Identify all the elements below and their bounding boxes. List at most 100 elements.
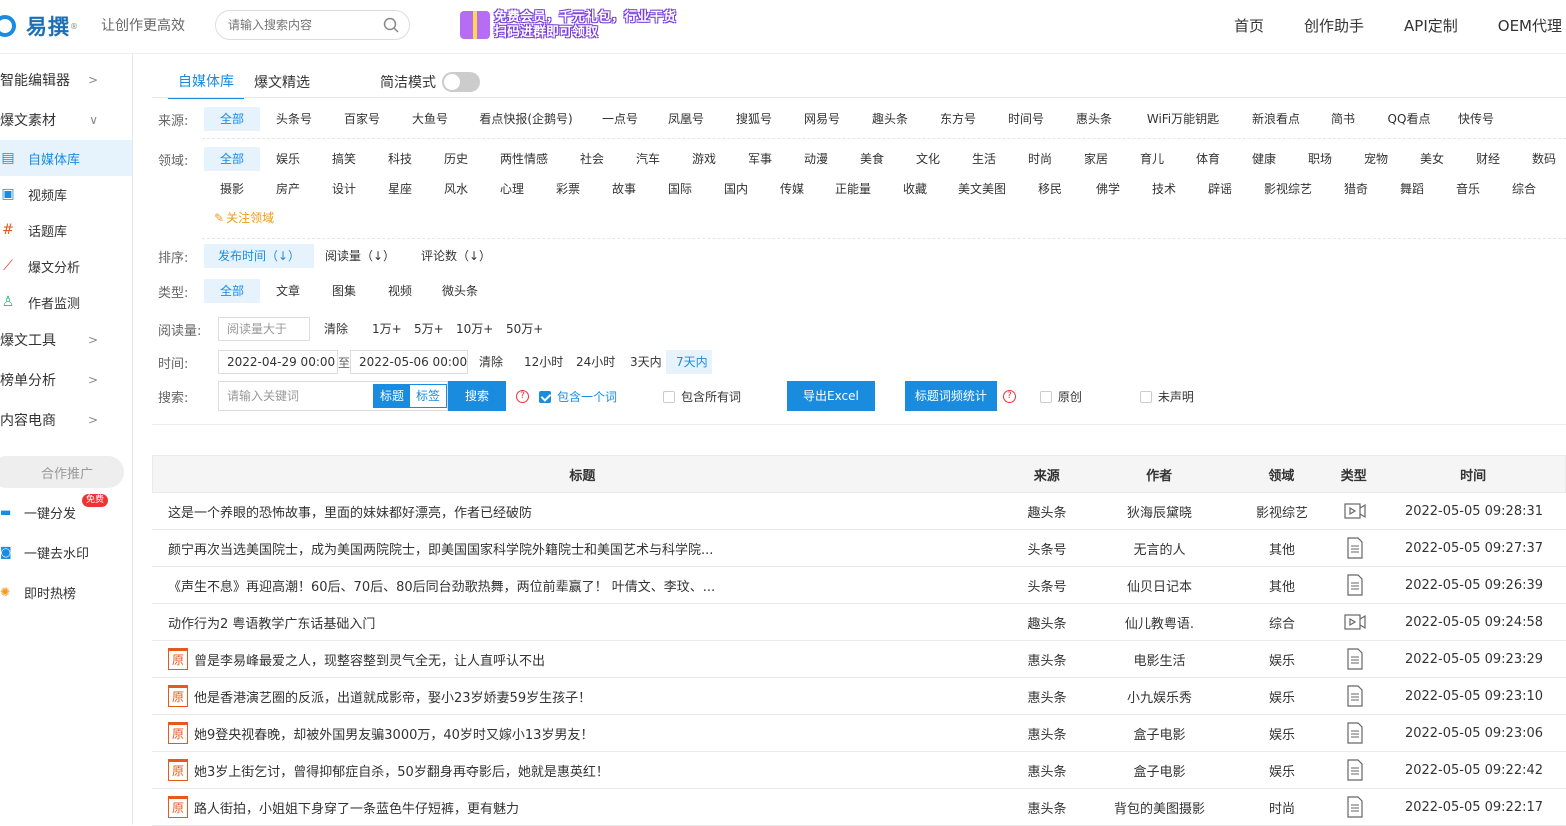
- reads-option[interactable]: 10万+: [446, 317, 496, 341]
- source-option[interactable]: 百家号: [328, 107, 396, 131]
- row-title-cell[interactable]: 《声生不息》再迎高潮！60后、70后、80后同台劲歌热舞，两位前辈赢了！ 叶倩文…: [152, 576, 1012, 595]
- row-title-cell[interactable]: 动作行为2 粤语教学广东话基础入门: [152, 613, 1012, 632]
- time-option[interactable]: 7天内: [666, 350, 712, 374]
- reads-option[interactable]: 清除: [310, 317, 362, 341]
- domain-option[interactable]: 综合: [1496, 177, 1552, 201]
- row-author[interactable]: 仙贝日记本: [1082, 576, 1237, 595]
- domain-option[interactable]: 家居: [1068, 147, 1124, 171]
- table-row[interactable]: 《声生不息》再迎高潮！60后、70后、80后同台劲歌热舞，两位前辈赢了！ 叶倩文…: [152, 567, 1566, 604]
- table-row[interactable]: 原路人街拍，小姐姐下身穿了一条蓝色牛仔短裤，更有魅力 惠头条 背包的美图摄影 时尚 20…: [152, 789, 1566, 826]
- domain-option[interactable]: 两性情感: [484, 147, 564, 171]
- source-option[interactable]: 搜狐号: [720, 107, 788, 131]
- row-title[interactable]: 他是香港演艺圈的反派，出道就成影帝，娶小23岁娇妻59岁生孩子！: [194, 687, 591, 706]
- domain-option[interactable]: 科技: [372, 147, 428, 171]
- time-end-input[interactable]: 2022-05-06 00:00: [350, 350, 468, 374]
- time-option[interactable]: 24小时: [566, 350, 620, 374]
- type-option[interactable]: 微头条: [428, 279, 492, 303]
- domain-option[interactable]: 军事: [732, 147, 788, 171]
- source-option[interactable]: 大鱼号: [396, 107, 464, 131]
- domain-option[interactable]: 游戏: [676, 147, 732, 171]
- domain-option[interactable]: 国内: [708, 177, 764, 201]
- domain-option[interactable]: 全部: [204, 147, 260, 171]
- tab-media-library[interactable]: 自媒体库: [168, 65, 244, 99]
- source-option[interactable]: 网易号: [788, 107, 856, 131]
- source-option[interactable]: 一点号: [588, 107, 652, 131]
- include-all-option[interactable]: 包含所有词: [663, 388, 741, 405]
- type-option[interactable]: 视频: [372, 279, 428, 303]
- export-excel-button[interactable]: 导出Excel: [787, 381, 875, 411]
- sidebar-group-materials[interactable]: 爆文素材 ∨: [0, 100, 132, 140]
- domain-option[interactable]: 文化: [900, 147, 956, 171]
- domain-option[interactable]: 数码: [1516, 147, 1566, 171]
- search-button[interactable]: 搜索: [448, 381, 506, 411]
- row-title-cell[interactable]: 原她9登央视春晚，却被外国男友骗3000万，40岁时又嫁小13岁男友！: [152, 722, 1012, 744]
- table-row[interactable]: 原她3岁上街乞讨，曾得抑郁症自杀，50岁翻身再夺影后，她就是惠英红！ 惠头条 盒子电…: [152, 752, 1566, 789]
- domain-option[interactable]: 健康: [1236, 147, 1292, 171]
- domain-option[interactable]: 星座: [372, 177, 428, 201]
- row-author[interactable]: 仙儿教粤语.: [1082, 613, 1237, 632]
- domain-option[interactable]: 移民: [1020, 177, 1080, 201]
- source-option[interactable]: 趣头条: [856, 107, 924, 131]
- source-option[interactable]: 全部: [204, 107, 260, 131]
- promo-banner[interactable]: 免费会员，千元礼包，行业干货 扫码进群即可领取: [460, 8, 676, 42]
- sidebar-item-media-library[interactable]: ▤ 自媒体库: [0, 140, 132, 176]
- row-author[interactable]: 背包的美图摄影: [1082, 798, 1237, 817]
- row-title-cell[interactable]: 颜宁再次当选美国院士，成为美国两院院士，即美国国家科学院外籍院士和美国艺术与科学…: [152, 539, 1012, 558]
- undeclared-option[interactable]: 未声明: [1139, 388, 1194, 405]
- domain-option[interactable]: 技术: [1136, 177, 1192, 201]
- sidebar-item-video-library[interactable]: ▣ 视频库: [0, 176, 132, 212]
- domain-option[interactable]: 时尚: [1012, 147, 1068, 171]
- row-title[interactable]: 她3岁上街乞讨，曾得抑郁症自杀，50岁翻身再夺影后，她就是惠英红！: [194, 761, 609, 780]
- domain-option[interactable]: 故事: [596, 177, 652, 201]
- row-author[interactable]: 盒子电影: [1082, 724, 1237, 743]
- domain-option[interactable]: 风水: [428, 177, 484, 201]
- domain-option[interactable]: 影视综艺: [1248, 177, 1328, 201]
- row-title-cell[interactable]: 原他是香港演艺圈的反派，出道就成影帝，娶小23岁娇妻59岁生孩子！: [152, 685, 1012, 707]
- tab-selected[interactable]: 爆文精选: [244, 66, 320, 98]
- time-option[interactable]: 3天内: [620, 350, 666, 374]
- row-title[interactable]: 《声生不息》再迎高潮！60后、70后、80后同台劲歌热舞，两位前辈赢了！ 叶倩文…: [168, 576, 715, 595]
- sidebar-item-topic-library[interactable]: # 话题库: [0, 212, 132, 248]
- domain-option[interactable]: 生活: [956, 147, 1012, 171]
- domain-option[interactable]: 摄影: [204, 177, 260, 201]
- title-word-stats-button[interactable]: 标题词频统计: [904, 381, 997, 411]
- domain-option[interactable]: 房产: [260, 177, 316, 201]
- reads-input[interactable]: 阅读量大于: [218, 317, 310, 341]
- row-title-cell[interactable]: 原她3岁上街乞讨，曾得抑郁症自杀，50岁翻身再夺影后，她就是惠英红！: [152, 759, 1012, 781]
- sidebar-group-ranking[interactable]: 榜单分析 >: [0, 360, 132, 400]
- source-option[interactable]: 凤凰号: [652, 107, 720, 131]
- domain-option[interactable]: 佛学: [1080, 177, 1136, 201]
- sidebar-item-author-monitor[interactable]: ♙ 作者监测: [0, 284, 132, 320]
- row-title[interactable]: 路人街拍，小姐姐下身穿了一条蓝色牛仔短裤，更有魅力: [194, 798, 519, 817]
- sidebar-group-tools[interactable]: 爆文工具 >: [0, 320, 132, 360]
- table-row[interactable]: 动作行为2 粤语教学广东话基础入门 趣头条 仙儿教粤语. 综合 2022-05-05 0…: [152, 604, 1566, 641]
- reads-option[interactable]: 50万+: [496, 317, 546, 341]
- source-option[interactable]: 头条号: [260, 107, 328, 131]
- row-author[interactable]: 无言的人: [1082, 539, 1237, 558]
- sidebar-ext-hot-list[interactable]: ✺ 即时热榜: [0, 572, 132, 612]
- scope-tag-tags[interactable]: 标签: [409, 385, 446, 407]
- row-title[interactable]: 动作行为2 粤语教学广东话基础入门: [168, 613, 375, 632]
- sidebar-group-editor[interactable]: 智能编辑器 >: [0, 60, 132, 100]
- source-option[interactable]: 时间号: [992, 107, 1060, 131]
- row-author[interactable]: 狄海辰黛晓: [1082, 502, 1237, 521]
- domain-option[interactable]: 职场: [1292, 147, 1348, 171]
- nav-oem[interactable]: OEM代理: [1498, 15, 1562, 36]
- table-row[interactable]: 这是一个养眼的恐怖故事，里面的妹妹都好漂亮，作者已经破防 趣头条 狄海辰黛晓 影视综艺…: [152, 493, 1566, 530]
- reads-option[interactable]: 1万+: [362, 317, 404, 341]
- domain-option[interactable]: 搞笑: [316, 147, 372, 171]
- sort-option[interactable]: 评论数（↓）: [406, 244, 506, 268]
- domain-option[interactable]: 收藏: [886, 177, 944, 201]
- domain-option[interactable]: 财经: [1460, 147, 1516, 171]
- domain-option[interactable]: 育儿: [1124, 147, 1180, 171]
- row-title[interactable]: 她9登央视春晚，却被外国男友骗3000万，40岁时又嫁小13岁男友！: [194, 724, 593, 743]
- domain-option[interactable]: 猎奇: [1328, 177, 1384, 201]
- domain-option[interactable]: 历史: [428, 147, 484, 171]
- reads-option[interactable]: 5万+: [404, 317, 446, 341]
- domain-option[interactable]: 辟谣: [1192, 177, 1248, 201]
- domain-option[interactable]: 国际: [652, 177, 708, 201]
- search-icon[interactable]: [383, 17, 399, 33]
- include-one-option[interactable]: 包含一个词: [539, 388, 617, 405]
- sidebar-ext-watermark[interactable]: ◙ 一键去水印: [0, 532, 132, 572]
- help-icon[interactable]: ?: [516, 389, 529, 403]
